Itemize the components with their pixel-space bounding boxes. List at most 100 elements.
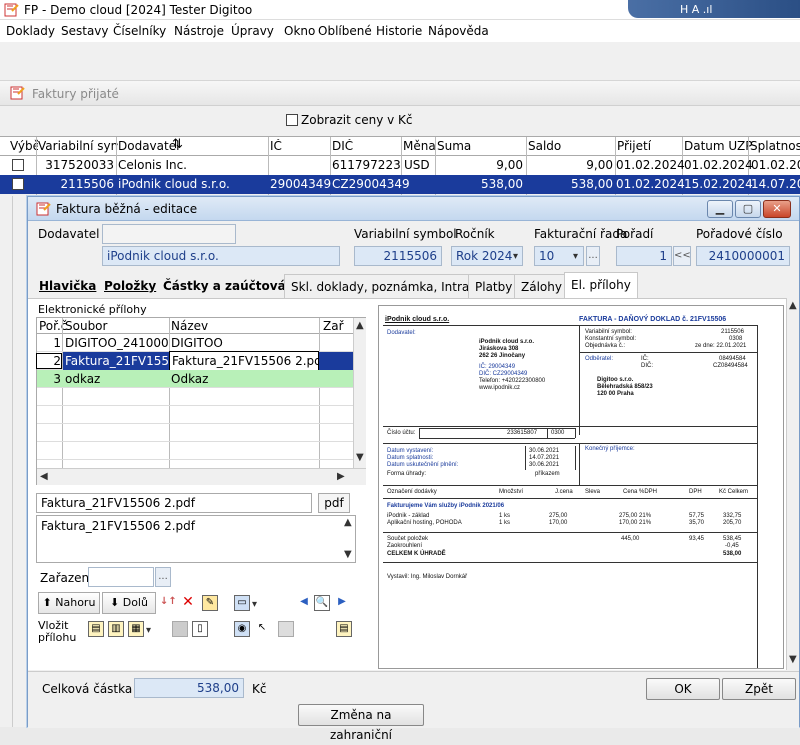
attachment-filename-field[interactable]: Faktura_21FV15506 2.pdf (36, 493, 312, 513)
menu-historie[interactable]: Historie (376, 24, 422, 38)
menu-napoveda[interactable]: Nápověda (428, 24, 489, 38)
chevron-down-icon[interactable]: ▾ (146, 625, 151, 636)
folder-open-icon[interactable]: ▭ (234, 595, 250, 611)
file-type-button[interactable]: pdf (318, 493, 350, 513)
col-soubor[interactable]: Soubor (65, 319, 107, 333)
list-item[interactable]: 3 odkaz Odkaz (37, 370, 353, 388)
col-dic[interactable]: DIČ (332, 139, 353, 153)
cursor-icon[interactable]: ↖ (254, 621, 270, 637)
insert-file-icon[interactable]: ▤ (88, 621, 104, 637)
attach-num: 3 (53, 372, 61, 386)
col-poradi[interactable]: Poř.č (39, 319, 67, 333)
system-tray[interactable]: H A .ıl (628, 0, 800, 18)
menu-sestavy[interactable]: Sestavy (61, 24, 109, 38)
col-mena[interactable]: Měna (403, 139, 436, 153)
checkbox-box[interactable] (286, 114, 298, 126)
dialog-titlebar[interactable]: Faktura běžná - editace ▁ ▢ ✕ (28, 197, 799, 221)
poradi-field[interactable]: 1 (616, 246, 672, 266)
col-saldo[interactable]: Saldo (528, 139, 561, 153)
new-doc-icon[interactable]: ▯ (192, 621, 208, 637)
col-splatnost[interactable]: Splatnost (750, 139, 800, 153)
col-nazev[interactable]: Název (171, 319, 208, 333)
col-vyber[interactable]: Výbě (10, 139, 38, 153)
move-up-button[interactable]: ⬆ Nahoru (38, 592, 100, 614)
attach-num: 2 (36, 353, 62, 369)
tab-polozky[interactable]: Položky (98, 274, 163, 298)
maximize-icon[interactable]: ▢ (735, 200, 761, 218)
chevron-down-icon[interactable]: ▾ (573, 251, 578, 262)
menu-okno[interactable]: Okno (284, 24, 315, 38)
insert-scan-icon[interactable]: ▥ (108, 621, 124, 637)
left-strip (0, 196, 27, 727)
chevron-down-icon[interactable]: ▾ (252, 599, 257, 610)
menu-upravy[interactable]: Úpravy (231, 24, 274, 38)
menu-nastroje[interactable]: Nástroje (174, 24, 224, 38)
sort-icon[interactable]: ↓↑ (160, 595, 177, 611)
back-button[interactable]: Zpět (722, 678, 796, 700)
next-attachment-icon[interactable]: ▶ (334, 595, 350, 611)
memo-scroll-down-icon[interactable]: ▼ (344, 549, 352, 560)
tab-el-prilohy[interactable]: El. přílohy (564, 272, 638, 299)
paste-icon[interactable]: ▤ (336, 621, 352, 637)
pv-vs: 2115506 (721, 329, 744, 335)
col-dodavatel[interactable]: Dodavatel (118, 139, 179, 153)
tab-hlavicka[interactable]: Hlavička (33, 274, 103, 298)
close-icon[interactable]: ✕ (763, 200, 791, 218)
pv-ucet-lbl: Číslo účtu: (387, 430, 416, 436)
grid-header: Výbě Variabilní symbol Dodavatel ⇅ IČ DI… (0, 137, 800, 156)
prev-attachment-icon[interactable]: ◀ (296, 595, 312, 611)
edit-icon[interactable]: ✎ (202, 595, 218, 611)
col-suma[interactable]: Suma (437, 139, 471, 153)
attachments-header: Poř.č Soubor Název Zař (37, 318, 353, 334)
col-ic[interactable]: IČ (270, 139, 282, 153)
insert-template-icon[interactable]: ▦ (128, 621, 144, 637)
table-row-selected[interactable]: 2115506 iPodnik cloud s.r.o. 29004349 CZ… (0, 175, 800, 194)
tab-skl-doklady[interactable]: Skl. doklady, poznámka, Intrastat (284, 274, 500, 298)
ok-button[interactable]: OK (646, 678, 720, 700)
insert-attachment-label-2: přílohu (38, 631, 77, 644)
insert-link-icon[interactable]: ◉ (234, 621, 250, 637)
pv-item0-price: 275,00 (549, 513, 568, 519)
list-item-selected[interactable]: 2 Faktura_21FV1550 Faktura_21FV15506 2.p… (36, 351, 353, 371)
cell-prijeti: 01.02.2024 (616, 177, 685, 191)
dodavatel-name-field[interactable]: iPodnik cloud s.r.o. (102, 246, 340, 266)
attachments-hscroll[interactable]: ◀ ▶ (37, 468, 366, 485)
row-checkbox[interactable] (12, 159, 24, 171)
move-down-button[interactable]: ⬇ Dolů (102, 592, 156, 614)
sort-az-icon[interactable]: ⇅ (172, 137, 183, 152)
attach-nazev: Faktura_21FV15506 2.pdf (169, 351, 319, 371)
delete-icon[interactable]: ✕ (180, 595, 196, 611)
attachment-note-field[interactable]: Faktura_21FV15506 2.pdf (36, 515, 356, 563)
show-czk-checkbox[interactable]: Zobrazit ceny v Kč (286, 113, 413, 127)
zarazeni-browse-button[interactable]: ... (155, 567, 171, 587)
menu-doklady[interactable]: Doklady (6, 24, 55, 38)
prev-number-button[interactable]: << (673, 246, 691, 266)
tab-platby[interactable]: Platby (468, 274, 520, 298)
row-checkbox[interactable] (12, 178, 24, 190)
menu-oblibene[interactable]: Oblíbené (318, 24, 372, 38)
tray-icons[interactable]: H A .ıl (680, 3, 712, 16)
browse-rada-button[interactable]: ... (586, 246, 600, 266)
col-uzp[interactable]: Datum UZP (684, 139, 752, 153)
col-zarazeni[interactable]: Zař (323, 319, 344, 333)
move-up-label: Nahoru (55, 596, 96, 609)
pv-item0-qty: 1 ks (499, 513, 511, 519)
vs-field[interactable]: 2115506 (354, 246, 442, 266)
preview-zoom-icon[interactable]: 🔍 (314, 595, 330, 611)
tab-castky[interactable]: Částky a zaúčtování (157, 274, 305, 298)
poradove-cislo-field[interactable]: 2410000001 (696, 246, 790, 266)
table-row[interactable]: 317520033 Celonis Inc. 611797223 USD 9,0… (0, 156, 800, 175)
col-vs[interactable]: Variabilní symbol (38, 139, 118, 153)
list-item[interactable]: 1 DIGITOO_24100000 DIGITOO (37, 334, 353, 352)
change-foreign-button[interactable]: Změna na zahraniční (298, 704, 424, 742)
preview-vscroll[interactable]: ▲ ▼ (786, 298, 799, 670)
tab-zalohy[interactable]: Zálohy (514, 274, 569, 298)
col-prijeti[interactable]: Přijetí (617, 139, 651, 153)
menu-ciselniky[interactable]: Číselníky (113, 24, 166, 38)
dodavatel-code-field[interactable] (102, 224, 236, 244)
zarazeni-field[interactable] (88, 567, 154, 587)
chevron-down-icon[interactable]: ▾ (513, 251, 518, 262)
minimize-icon[interactable]: ▁ (707, 200, 733, 218)
attachments-vscroll[interactable]: ▲ ▼ (353, 318, 366, 468)
memo-scroll-up-icon[interactable]: ▲ (344, 517, 352, 528)
